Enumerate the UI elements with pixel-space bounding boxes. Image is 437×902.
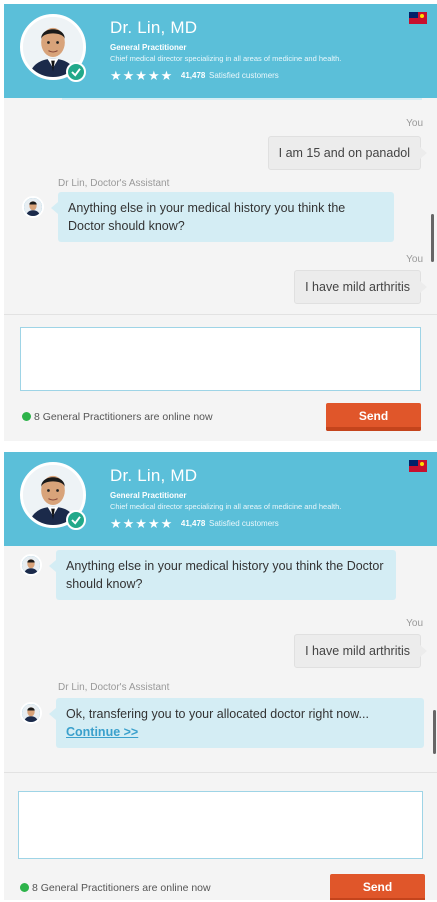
send-button[interactable]: Send: [330, 874, 425, 900]
send-button[interactable]: Send: [326, 403, 421, 431]
online-text: 8 General Practitioners are online now: [34, 411, 213, 423]
message-sender: You: [406, 254, 423, 265]
message-sender: Dr Lin, Doctor's Assistant: [58, 682, 170, 693]
australia-flag-icon: [409, 460, 427, 472]
doctor-description: Chief medical director specializing in a…: [110, 502, 342, 511]
message-sender: Dr Lin, Doctor's Assistant: [58, 178, 170, 189]
message-input[interactable]: [18, 791, 423, 859]
check-shield-icon: [66, 510, 86, 530]
doctor-title: General Practitioner: [110, 43, 187, 52]
assistant-message: Anything else in your medical history yo…: [51, 192, 394, 242]
star-rating-icon: ★★★★★: [110, 516, 174, 531]
customer-count: 41,478: [180, 519, 206, 528]
assistant-avatar: [20, 554, 42, 576]
online-status: 8 General Practitioners are online now: [22, 411, 213, 423]
doctor-header: Dr. Lin, MD General Practitioner Chief m…: [4, 4, 437, 98]
online-dot-icon: [22, 412, 31, 421]
assistant-message: Ok, transfering you to your allocated do…: [49, 698, 424, 748]
user-message: I am 15 and on panadol: [267, 136, 428, 170]
online-dot-icon: [20, 883, 29, 892]
customer-label: Satisfied customers: [209, 71, 279, 80]
star-rating-icon: ★★★★★: [110, 68, 174, 83]
doctor-title: General Practitioner: [110, 491, 187, 500]
chat-history[interactable]: You I am 15 and on panadol Dr Lin, Docto…: [4, 98, 437, 314]
assistant-message-text: Ok, transfering you to your allocated do…: [66, 707, 369, 721]
message-sender: You: [406, 618, 423, 629]
assistant-message: Anything else in your medical history yo…: [49, 550, 396, 600]
user-message: I have mild arthritis: [294, 270, 427, 304]
previous-message-edge: [62, 98, 422, 100]
message-input[interactable]: [20, 327, 421, 391]
online-status: 8 General Practitioners are online now: [20, 882, 211, 894]
chat-window-1: Dr. Lin, MD General Practitioner Chief m…: [4, 4, 437, 441]
doctor-description: Chief medical director specializing in a…: [110, 54, 342, 63]
doctor-name: Dr. Lin, MD: [110, 18, 198, 37]
chat-window-2: Dr. Lin, MD General Practitioner Chief m…: [4, 452, 437, 900]
send-label: Send: [358, 409, 389, 423]
rating: ★★★★★ 41,478 Satisfied customers: [110, 68, 279, 84]
doctor-name: Dr. Lin, MD: [110, 466, 198, 485]
chat-history[interactable]: Anything else in your medical history yo…: [4, 546, 437, 772]
user-message: I have mild arthritis: [294, 634, 427, 668]
message-composer: 8 General Practitioners are online now S…: [4, 772, 437, 900]
message-sender: You: [406, 118, 423, 129]
send-label: Send: [362, 880, 393, 894]
message-composer: 8 General Practitioners are online now S…: [4, 314, 437, 441]
australia-flag-icon: [409, 12, 427, 24]
chat-scrollbar[interactable]: [433, 710, 436, 754]
check-shield-icon: [66, 62, 86, 82]
continue-link[interactable]: Continue >>: [66, 723, 414, 741]
doctor-header: Dr. Lin, MD General Practitioner Chief m…: [4, 452, 437, 546]
rating: ★★★★★ 41,478 Satisfied customers: [110, 516, 279, 532]
chat-scrollbar[interactable]: [431, 214, 434, 262]
customer-label: Satisfied customers: [209, 519, 279, 528]
customer-count: 41,478: [180, 71, 206, 80]
online-text: 8 General Practitioners are online now: [32, 882, 211, 894]
assistant-avatar: [22, 196, 44, 218]
assistant-avatar: [20, 702, 42, 724]
